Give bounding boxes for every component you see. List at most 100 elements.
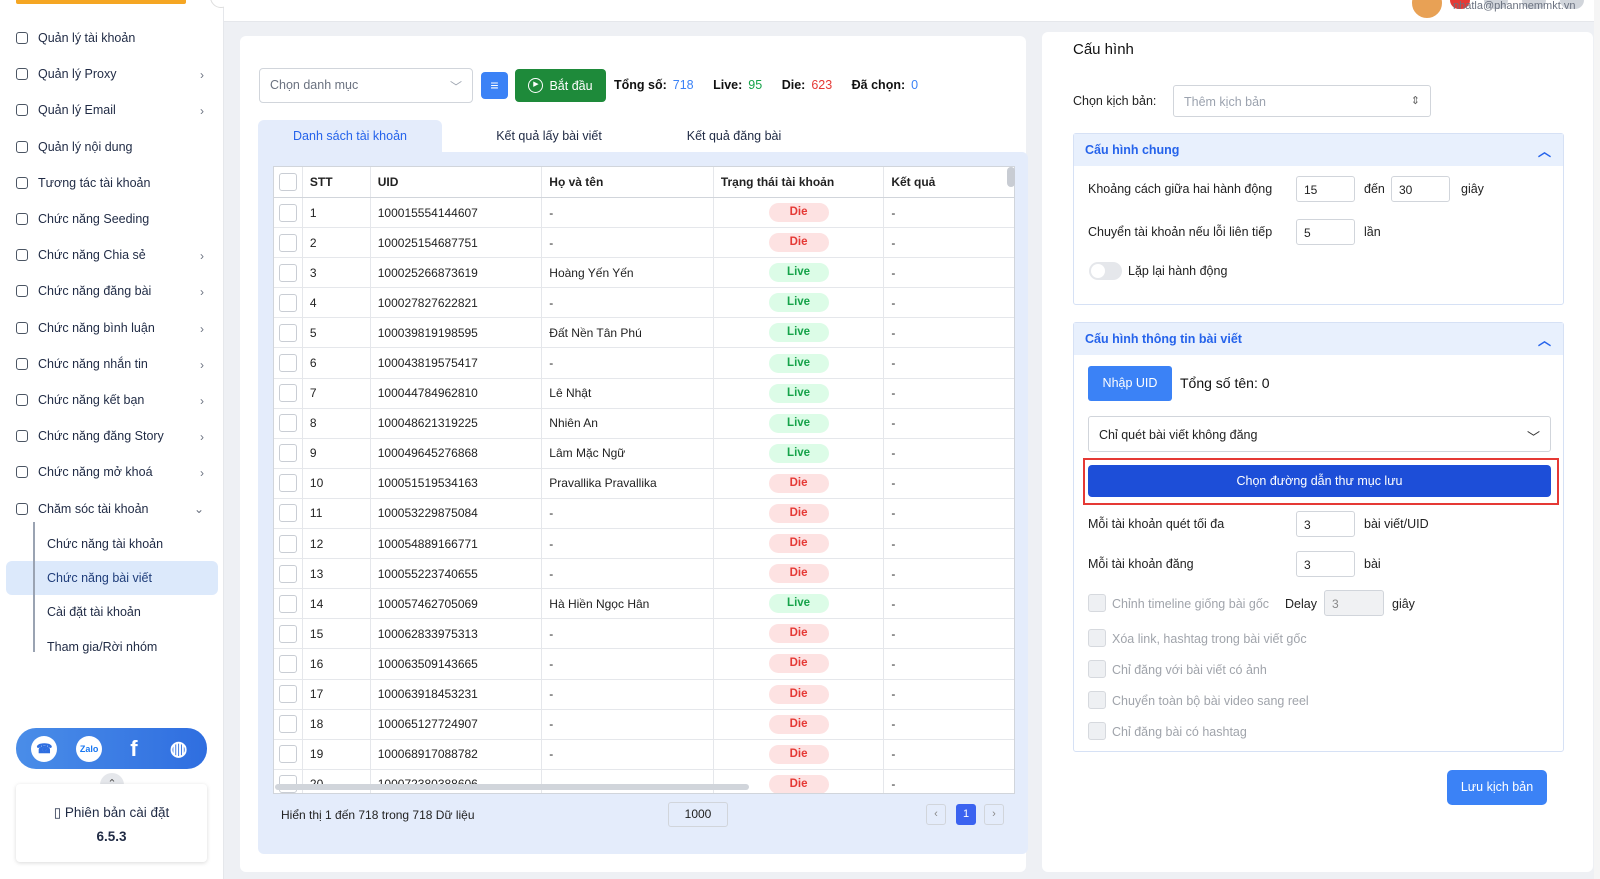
- col-name[interactable]: Họ và tên: [542, 167, 714, 197]
- sidebar-subitem-2[interactable]: Cài đặt tài khoản: [6, 595, 218, 629]
- col-result[interactable]: Kết quả: [884, 167, 1014, 197]
- general-config-header[interactable]: Cấu hình chung ︿: [1074, 134, 1563, 166]
- page-size-input[interactable]: 1000: [668, 802, 728, 827]
- sidebar-item-1[interactable]: Quản lý Proxy ›: [6, 56, 218, 92]
- interval-to-input[interactable]: 30: [1391, 176, 1450, 202]
- col-stt[interactable]: STT: [303, 167, 371, 197]
- table-horizontal-scrollbar[interactable]: [275, 784, 749, 790]
- sidebar-subitem-3[interactable]: Tham gia/Rời nhóm: [6, 630, 218, 664]
- col-status[interactable]: Trạng thái tài khoản: [714, 167, 885, 197]
- sidebar-subitem-1[interactable]: Chức năng bài viết: [6, 560, 218, 596]
- table-row[interactable]: 5 100039819198595 Đất Nền Tân Phú Live -: [274, 318, 1014, 349]
- tab-account-list[interactable]: Danh sách tài khoản: [258, 120, 442, 152]
- row-checkbox[interactable]: [278, 384, 297, 403]
- row-checkbox[interactable]: [278, 474, 297, 493]
- sidebar-item-4[interactable]: Tương tác tài khoản: [6, 165, 218, 201]
- category-select[interactable]: Chọn danh mục ﹀: [259, 68, 473, 103]
- max-post-input[interactable]: 3: [1296, 551, 1355, 577]
- sidebar-item-12[interactable]: Chức năng mở khoá ›: [6, 454, 218, 490]
- prev-page-button[interactable]: ‹: [926, 804, 946, 825]
- choose-folder-button[interactable]: Chọn đường dẫn thư mục lưu: [1088, 465, 1551, 497]
- to-reel-checkbox[interactable]: [1088, 691, 1106, 709]
- table-row[interactable]: 6 100043819575417- Live -: [274, 348, 1014, 379]
- table-row[interactable]: 11 100053229875084- Die -: [274, 498, 1014, 530]
- row-checkbox[interactable]: [278, 654, 297, 673]
- col-uid[interactable]: UID: [371, 167, 543, 197]
- filter-button[interactable]: ≡: [481, 72, 508, 99]
- sidebar-item-3[interactable]: Quản lý nội dung: [6, 129, 218, 165]
- table-vertical-scrollbar[interactable]: [1007, 167, 1015, 187]
- cell-uid: 100072380388606: [371, 769, 543, 793]
- table-row[interactable]: 12 100054889166771- Die -: [274, 529, 1014, 560]
- only-hashtag-checkbox[interactable]: [1088, 722, 1106, 740]
- page-button-current[interactable]: 1: [956, 804, 976, 825]
- table-row[interactable]: 9 100049645276868 Lâm Mặc Ngữ Live -: [274, 438, 1014, 469]
- sidebar-item-13[interactable]: Chăm sóc tài khoản ⌄: [6, 490, 218, 526]
- row-checkbox[interactable]: [278, 444, 297, 463]
- table-row[interactable]: 8 100048621319225 Nhiên An Live -: [274, 408, 1014, 439]
- row-checkbox[interactable]: [278, 504, 297, 523]
- row-checkbox[interactable]: [278, 203, 297, 222]
- repeat-toggle[interactable]: [1089, 262, 1122, 280]
- table-row[interactable]: 16 100063509143665- Die -: [274, 649, 1014, 680]
- table-row[interactable]: 17 100063918453231- Die -: [274, 679, 1014, 710]
- select-all-checkbox[interactable]: [278, 173, 297, 191]
- scenario-select[interactable]: Thêm kịch bản ⇕: [1173, 85, 1431, 117]
- table-row[interactable]: 14 100057462705069 Hà Hiền Ngọc Hân Live -: [274, 589, 1014, 620]
- table-row[interactable]: 18 100065127724907- Die -: [274, 709, 1014, 740]
- mode-select[interactable]: Chỉ quét bài viết không đăng ﹀: [1088, 416, 1551, 452]
- table-row[interactable]: 2 100025154687751- Die -: [274, 228, 1014, 259]
- table-row[interactable]: 19 100068917088782- Die -: [274, 739, 1014, 770]
- interval-from-input[interactable]: 15: [1296, 176, 1355, 202]
- row-checkbox[interactable]: [278, 745, 297, 764]
- sidebar-item-5[interactable]: Chức năng Seeding: [6, 201, 218, 237]
- zalo-icon[interactable]: Zalo: [76, 735, 103, 762]
- row-checkbox[interactable]: [278, 534, 297, 553]
- table-row[interactable]: 4 100027827622821- Live -: [274, 288, 1014, 319]
- table-row[interactable]: 13 100055223740655- Die -: [274, 559, 1014, 590]
- table-row[interactable]: 3 100025266873619 Hoàng Yến Yến Live -: [274, 258, 1014, 289]
- row-checkbox[interactable]: [278, 624, 297, 643]
- row-checkbox[interactable]: [278, 293, 297, 312]
- sidebar-item-11[interactable]: Chức năng đăng Story ›: [6, 418, 218, 454]
- delay-input[interactable]: 3: [1324, 590, 1384, 616]
- max-scan-input[interactable]: 3: [1296, 511, 1355, 537]
- only-images-checkbox[interactable]: [1088, 660, 1106, 678]
- support-icon[interactable]: ☎: [31, 735, 58, 762]
- tab-scraped-posts[interactable]: Kết quả lấy bài viết: [456, 120, 642, 152]
- sidebar-item-0[interactable]: Quản lý tài khoản: [6, 20, 218, 56]
- facebook-icon[interactable]: f: [121, 736, 147, 762]
- row-checkbox[interactable]: [278, 233, 297, 252]
- sidebar-item-9[interactable]: Chức năng nhắn tin ›: [6, 346, 218, 382]
- row-checkbox[interactable]: [278, 594, 297, 613]
- save-scenario-button[interactable]: Lưu kịch bản: [1447, 770, 1547, 805]
- switch-account-input[interactable]: 5: [1296, 219, 1355, 245]
- row-checkbox[interactable]: [278, 685, 297, 704]
- timeline-checkbox[interactable]: [1088, 594, 1106, 612]
- row-checkbox[interactable]: [278, 414, 297, 433]
- import-uid-button[interactable]: Nhập UID: [1088, 366, 1172, 401]
- tab-posted-results[interactable]: Kết quả đăng bài: [650, 120, 818, 152]
- sidebar-item-8[interactable]: Chức năng bình luận ›: [6, 310, 218, 346]
- row-checkbox[interactable]: [278, 564, 297, 583]
- globe-icon[interactable]: ◍: [166, 736, 192, 762]
- table-row[interactable]: 7 100044784962810 Lê Nhật Live -: [274, 378, 1014, 409]
- table-row[interactable]: 20100072380388606-Die-: [274, 769, 1014, 793]
- sidebar-item-6[interactable]: Chức năng Chia sẻ ›: [6, 237, 218, 273]
- table-row[interactable]: 1 100015554144607- Die -: [274, 198, 1014, 229]
- sidebar-item-2[interactable]: Quản lý Email ›: [6, 92, 218, 128]
- sidebar-item-10[interactable]: Chức năng kết bạn ›: [6, 382, 218, 418]
- sidebar-subitem-0[interactable]: Chức năng tài khoản: [6, 527, 218, 561]
- page-scrollbar[interactable]: [1594, 0, 1600, 879]
- table-row[interactable]: 15 100062833975313- Die -: [274, 619, 1014, 650]
- row-checkbox[interactable]: [278, 323, 297, 342]
- remove-links-checkbox[interactable]: [1088, 629, 1106, 647]
- row-checkbox[interactable]: [278, 263, 297, 282]
- sidebar-item-7[interactable]: Chức năng đăng bài ›: [6, 273, 218, 309]
- next-page-button[interactable]: ›: [984, 804, 1004, 825]
- post-config-header[interactable]: Cấu hình thông tin bài viết ︿: [1074, 323, 1563, 355]
- row-checkbox[interactable]: [278, 354, 297, 373]
- start-button[interactable]: ▶ Bắt đầu: [515, 69, 606, 102]
- table-row[interactable]: 10 100051519534163 Pravallika Pravallika Di…: [274, 468, 1014, 499]
- row-checkbox[interactable]: [278, 715, 297, 734]
